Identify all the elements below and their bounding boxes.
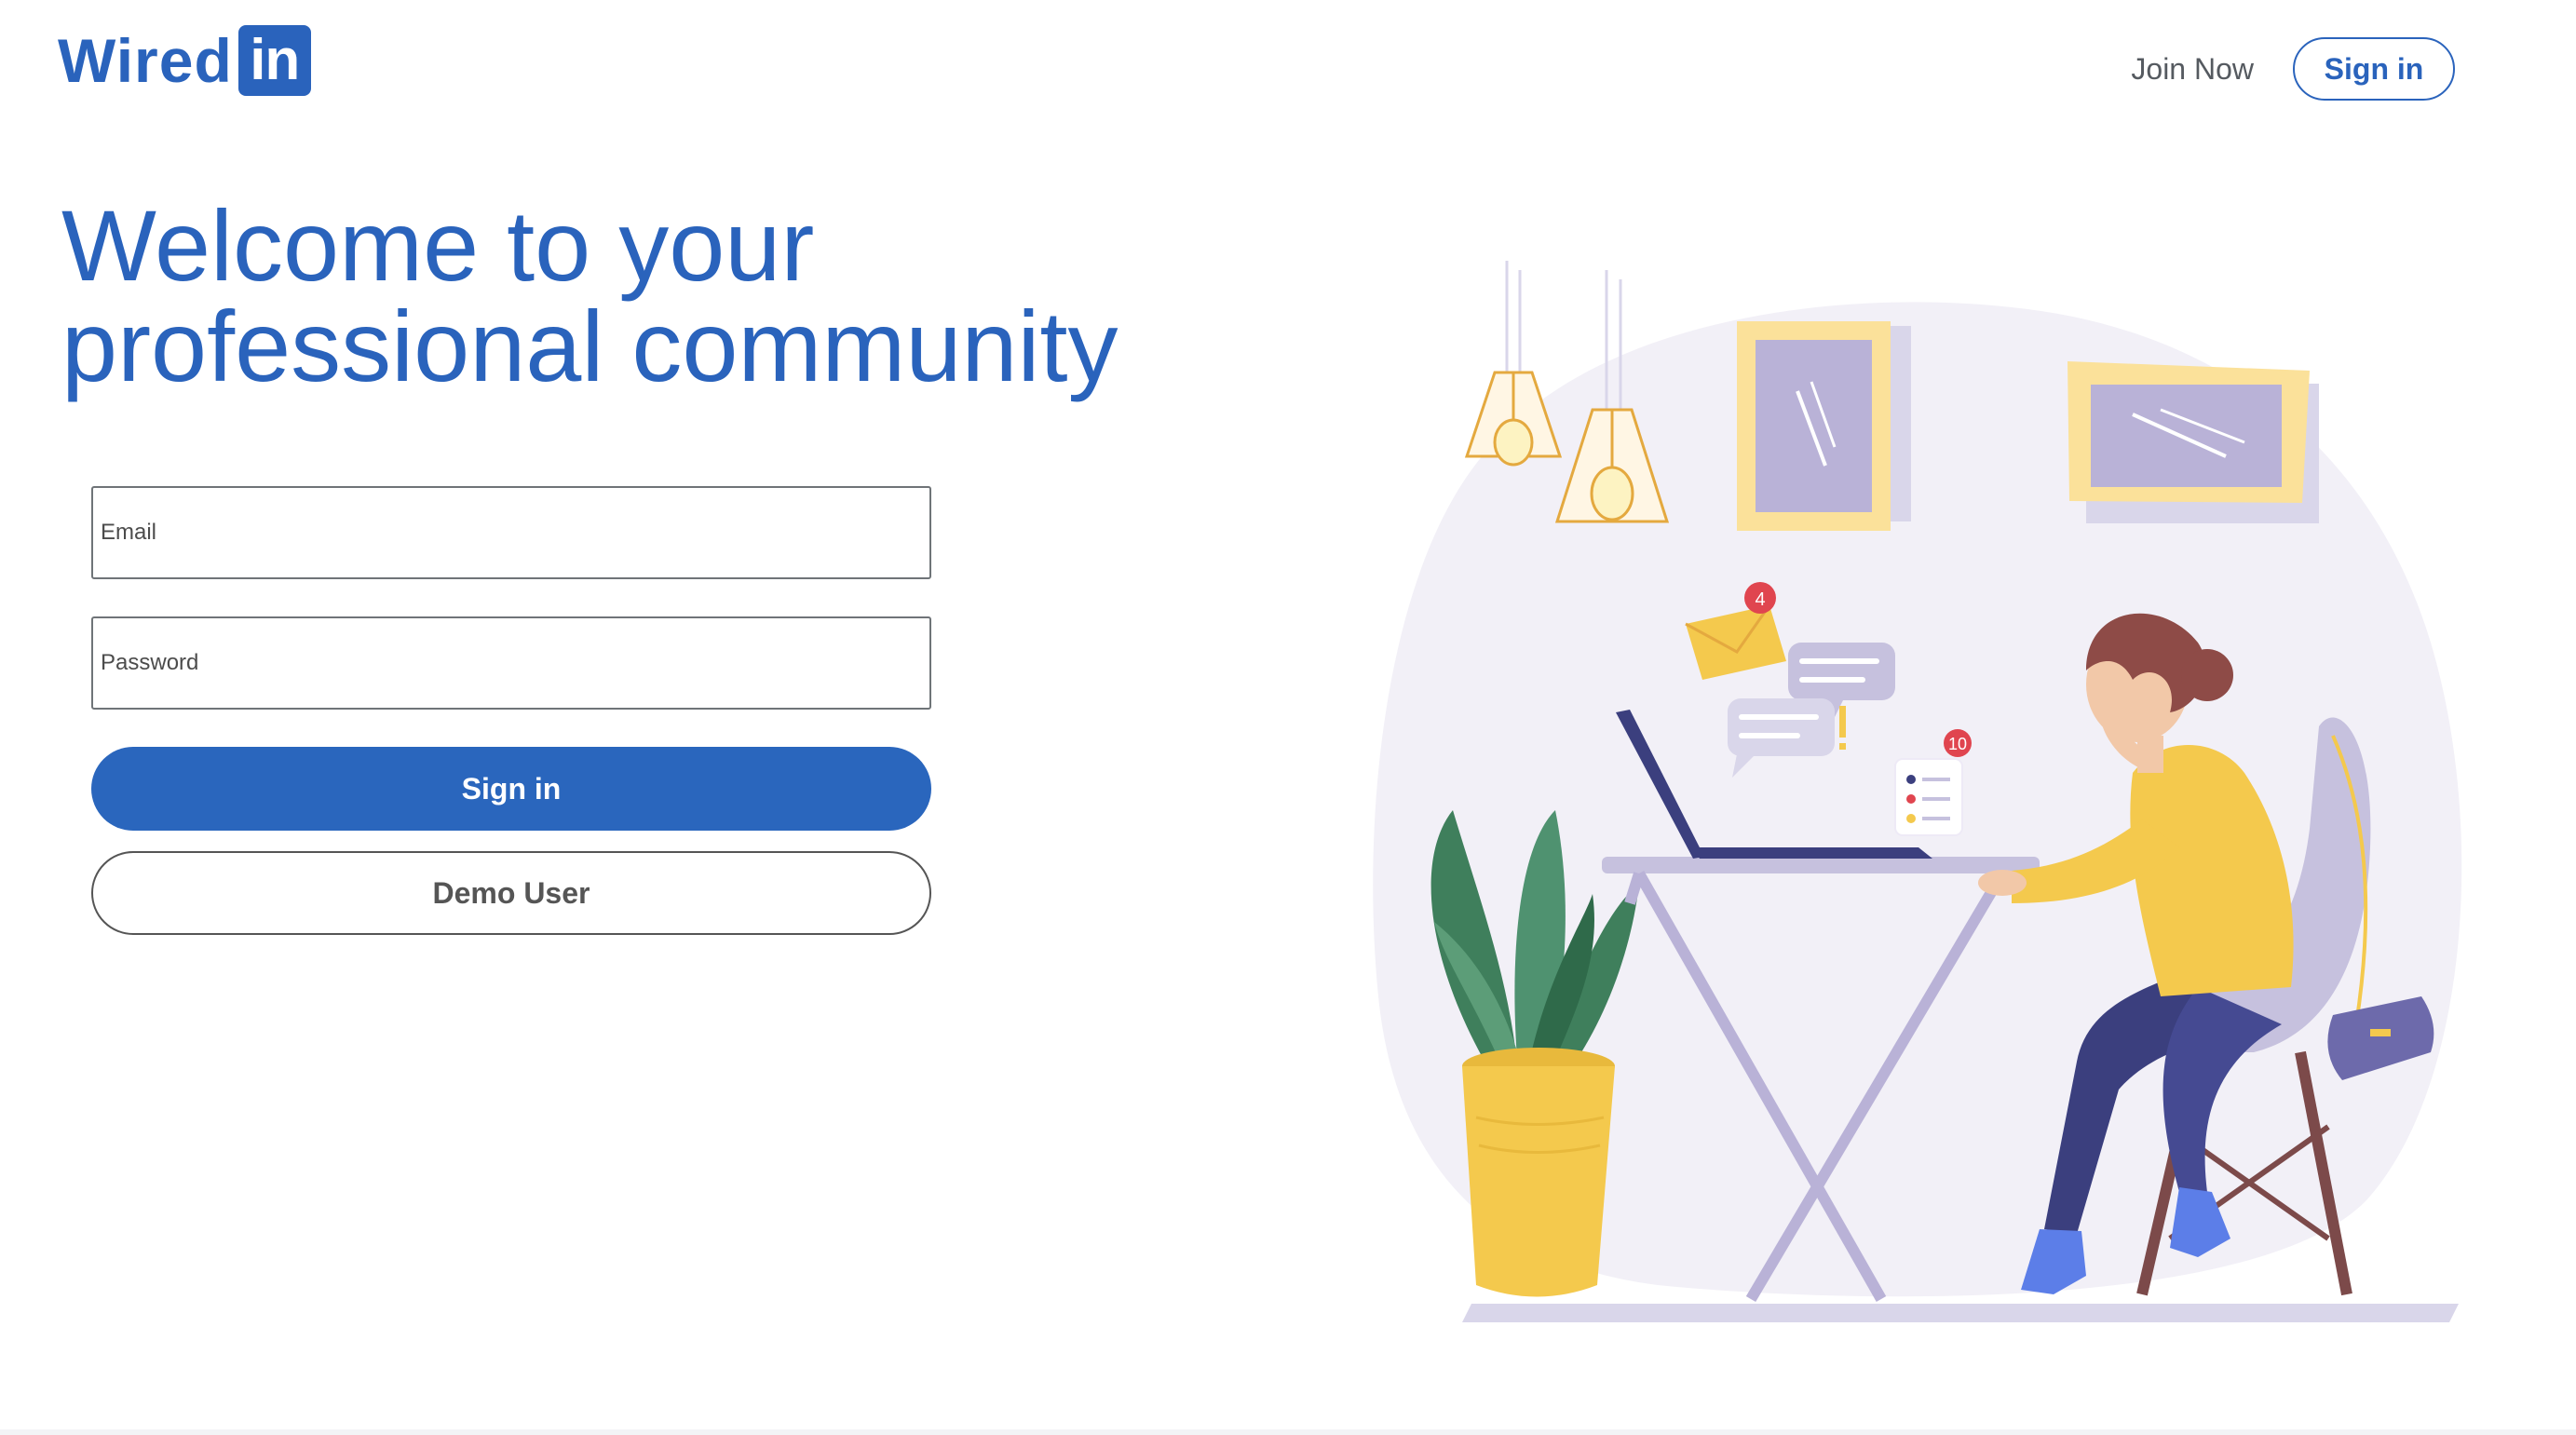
header-nav: Join Now Sign in [2131, 37, 2455, 101]
password-field[interactable] [91, 616, 931, 710]
page: Wired in Join Now Sign in Welcome to you… [0, 0, 2576, 1435]
logo-in-box: in [237, 25, 311, 96]
footer-divider [0, 1429, 2576, 1435]
picture-frame-left [1737, 321, 1911, 531]
join-now-link[interactable]: Join Now [2131, 52, 2254, 87]
mail-badge-count: 4 [1755, 589, 1765, 610]
sign-in-form: Sign in Demo User [91, 486, 931, 935]
logo-wordmark: Wired [58, 26, 233, 95]
title-line-2: professional community [61, 290, 1119, 402]
workspace-illustration: 4 10 [1373, 261, 2462, 1322]
logo[interactable]: Wired in [58, 25, 311, 96]
pendant-lamp-left [1464, 261, 1563, 467]
demo-user-button[interactable]: Demo User [91, 851, 931, 935]
floor-rug [1462, 1304, 2459, 1322]
title-line-1: Welcome to your [61, 189, 815, 302]
page-title: Welcome to your professional community [61, 196, 1272, 397]
picture-frame-right [2068, 361, 2319, 523]
header-sign-in-button[interactable]: Sign in [2293, 37, 2455, 101]
email-field[interactable] [91, 486, 931, 579]
sign-in-button[interactable]: Sign in [91, 747, 931, 831]
task-badge-count: 10 [1948, 735, 1967, 753]
